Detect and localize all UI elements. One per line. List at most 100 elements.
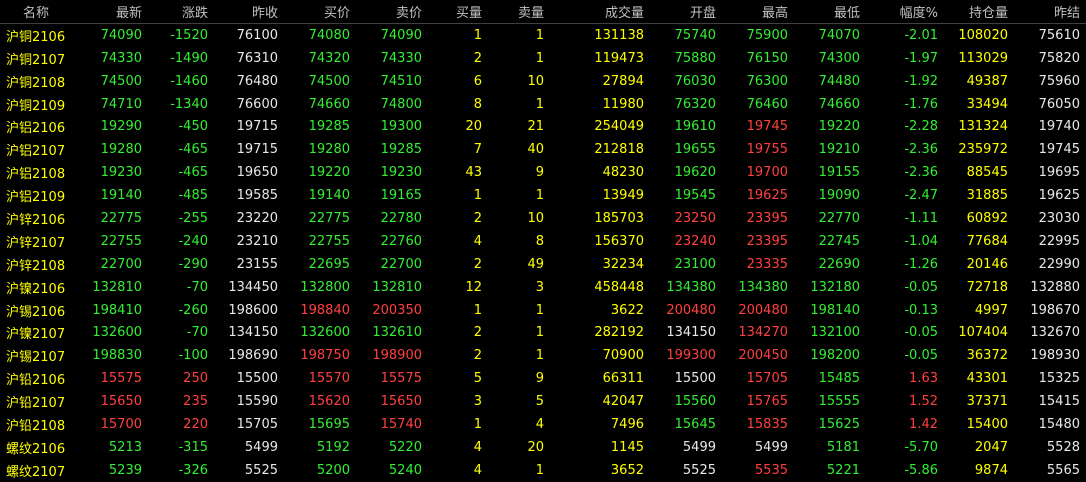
cell-last: 22700 (100, 256, 142, 272)
table-row[interactable]: 沪铝2109 19140 -485 19585 19140 19165 1 1 13949 195… (0, 184, 1086, 207)
col-header-prev-close[interactable]: 昨收 (208, 0, 278, 24)
cell-prev-close: 134150 (228, 325, 278, 341)
col-header-pct[interactable]: 幅度% (860, 0, 938, 24)
cell-ask: 22780 (380, 210, 422, 226)
cell-bid-vol: 1 (473, 188, 482, 204)
table-row[interactable]: 沪镍2106 132810 -70 134450 132800 132810 12 3 4584… (0, 276, 1086, 299)
cell-prev-settle: 76050 (1038, 96, 1080, 112)
table-row[interactable]: 沪铝2108 19230 -465 19650 19220 19230 43 9 48230 19… (0, 161, 1086, 184)
cell-prev-close: 15500 (236, 371, 278, 387)
col-header-open-interest[interactable]: 持仓量 (938, 0, 1008, 24)
cell-volume: 185703 (594, 210, 644, 226)
table-row[interactable]: 沪铝2106 19290 -450 19715 19285 19300 20 21 254049… (0, 115, 1086, 138)
cell-ask: 5240 (388, 462, 422, 478)
cell-volume: 282192 (594, 325, 644, 341)
col-header-high[interactable]: 最高 (716, 0, 788, 24)
cell-last: 74330 (100, 50, 142, 66)
table-row[interactable]: 沪锌2106 22775 -255 23220 22775 22780 2 10 185703 2… (0, 207, 1086, 230)
cell-high: 75900 (746, 27, 788, 43)
table-row[interactable]: 沪铜2108 74500 -1460 76480 74500 74510 6 10 27894 7… (0, 70, 1086, 93)
table-row[interactable]: 沪铜2109 74710 -1340 76600 74660 74800 8 1 11980 76… (0, 93, 1086, 116)
cell-pct: -0.05 (904, 325, 938, 341)
col-header-bid-vol[interactable]: 买量 (422, 0, 482, 24)
cell-open-interest: 2047 (974, 439, 1008, 455)
cell-low: 74070 (818, 27, 860, 43)
table-row[interactable]: 沪铅2106 15575 250 15500 15570 15575 5 9 66311 1550… (0, 367, 1086, 390)
cell-bid: 15570 (308, 371, 350, 387)
table-row[interactable]: 沪铝2107 19280 -465 19715 19280 19285 7 40 212818 1… (0, 138, 1086, 161)
cell-open-interest: 33494 (966, 96, 1008, 112)
col-header-volume[interactable]: 成交量 (544, 0, 644, 24)
col-header-open[interactable]: 开盘 (644, 0, 716, 24)
cell-bid-vol: 20 (465, 119, 482, 135)
col-header-name[interactable]: 名称 (0, 0, 72, 24)
cell-prev-settle: 19625 (1038, 188, 1080, 204)
cell-open-interest: 131324 (958, 119, 1008, 135)
table-row[interactable]: 沪锡2106 198410 -260 198600 198840 200350 1 1 3622… (0, 299, 1086, 322)
table-row[interactable]: 沪锌2108 22700 -290 23155 22695 22700 2 49 32234 23… (0, 253, 1086, 276)
cell-prev-settle: 5528 (1046, 439, 1080, 455)
table-row[interactable]: 螺纹2106 5213 -315 5499 5192 5220 4 20 1145 5499 549… (0, 436, 1086, 459)
cell-ask: 74330 (380, 50, 422, 66)
cell-change: -1340 (170, 96, 208, 112)
cell-change: -326 (178, 462, 208, 478)
cell-ask: 15575 (380, 371, 422, 387)
cell-last: 19140 (100, 188, 142, 204)
col-header-last[interactable]: 最新 (72, 0, 142, 24)
cell-change: -465 (178, 165, 208, 181)
cell-bid-vol: 7 (473, 142, 482, 158)
cell-volume: 119473 (594, 50, 644, 66)
col-header-ask-vol[interactable]: 卖量 (482, 0, 544, 24)
cell-ask: 200350 (372, 302, 422, 318)
cell-ask-vol: 10 (527, 73, 544, 89)
cell-high: 19625 (746, 188, 788, 204)
table-row[interactable]: 沪镍2107 132600 -70 134150 132600 132610 2 1 28219… (0, 321, 1086, 344)
table-row[interactable]: 沪锌2107 22755 -240 23210 22755 22760 4 8 156370 23… (0, 230, 1086, 253)
cell-change: -290 (178, 256, 208, 272)
col-header-ask[interactable]: 卖价 (350, 0, 422, 24)
cell-name: 沪铜2108 (6, 75, 66, 91)
cell-name: 沪铜2106 (6, 29, 66, 45)
cell-prev-close: 15590 (236, 394, 278, 410)
cell-low: 132180 (810, 279, 860, 295)
cell-prev-settle: 22995 (1038, 233, 1080, 249)
table-row[interactable]: 沪铅2108 15700 220 15705 15695 15740 1 4 7496 15645… (0, 413, 1086, 436)
cell-change: -240 (178, 233, 208, 249)
cell-volume: 32234 (602, 256, 644, 272)
cell-open-interest: 72718 (966, 279, 1008, 295)
cell-low: 19090 (818, 188, 860, 204)
cell-bid: 5192 (316, 439, 350, 455)
cell-change: -260 (178, 302, 208, 318)
col-header-change[interactable]: 涨跌 (142, 0, 208, 24)
col-header-low[interactable]: 最低 (788, 0, 860, 24)
cell-open-interest: 60892 (966, 210, 1008, 226)
cell-prev-settle: 75820 (1038, 50, 1080, 66)
cell-ask-vol: 1 (535, 348, 544, 364)
cell-name: 螺纹2107 (6, 464, 66, 480)
table-row[interactable]: 沪铜2107 74330 -1490 76310 74320 74330 2 1 119473 7… (0, 47, 1086, 70)
cell-high: 19745 (746, 119, 788, 135)
cell-bid-vol: 2 (473, 50, 482, 66)
cell-change: 235 (183, 394, 208, 410)
table-row[interactable]: 沪铜2106 74090 -1520 76100 74080 74090 1 1 131138 7… (0, 23, 1086, 46)
table-row[interactable]: 沪锡2107 198830 -100 198690 198750 198900 2 1 7090… (0, 344, 1086, 367)
cell-name: 螺纹2106 (6, 441, 66, 457)
col-header-prev-settle[interactable]: 昨结 (1008, 0, 1086, 24)
cell-volume: 66311 (602, 371, 644, 387)
cell-prev-settle: 15480 (1038, 416, 1080, 432)
cell-open: 76030 (674, 73, 716, 89)
cell-open: 15560 (674, 394, 716, 410)
cell-prev-settle: 75960 (1038, 73, 1080, 89)
cell-volume: 11980 (602, 96, 644, 112)
cell-prev-close: 19650 (236, 165, 278, 181)
col-header-bid[interactable]: 买价 (278, 0, 350, 24)
table-row[interactable]: 沪铅2107 15650 235 15590 15620 15650 3 5 42047 1556… (0, 390, 1086, 413)
table-row[interactable]: 螺纹2107 5239 -326 5525 5200 5240 4 1 3652 5525 5535… (0, 459, 1086, 482)
cell-prev-close: 23220 (236, 210, 278, 226)
cell-bid: 132600 (300, 325, 350, 341)
cell-bid: 74500 (308, 73, 350, 89)
cell-low: 15625 (818, 416, 860, 432)
cell-change: 250 (183, 371, 208, 387)
cell-high: 76460 (746, 96, 788, 112)
cell-pct: -5.86 (904, 462, 938, 478)
